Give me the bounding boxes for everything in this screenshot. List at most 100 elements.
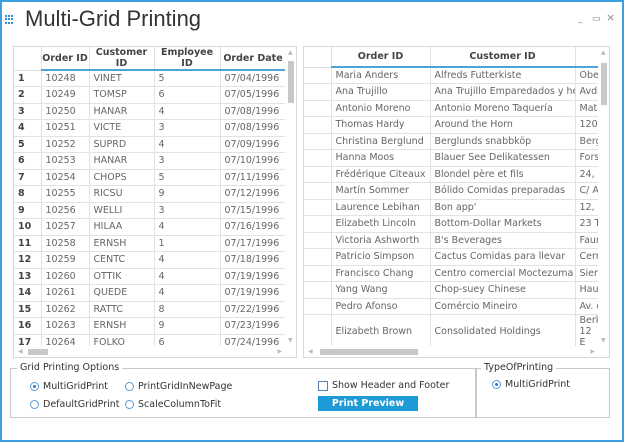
row-number[interactable]: 12 xyxy=(14,251,42,269)
cell[interactable]: 3 xyxy=(154,152,221,170)
row-header[interactable] xyxy=(304,133,332,150)
cell[interactable]: 12, r xyxy=(575,199,600,216)
row-number[interactable]: 5 xyxy=(14,136,42,153)
cell[interactable]: Laurence Lebihan xyxy=(331,199,431,216)
cell[interactable]: Mata xyxy=(575,100,600,117)
table-row[interactable]: Patricio Simpson Cactus Comidas para llev… xyxy=(304,248,600,266)
cell[interactable]: 07/19/1996 xyxy=(220,268,287,285)
row-number[interactable]: 14 xyxy=(14,284,42,302)
vertical-scrollbar[interactable]: ▲ ▼ xyxy=(285,47,296,346)
row-number[interactable]: 11 xyxy=(14,235,42,252)
cell[interactable]: 10253 xyxy=(41,152,90,170)
cell[interactable]: TOMSP xyxy=(89,86,155,104)
cell[interactable]: Ober xyxy=(575,67,600,84)
cell[interactable]: Patricio Simpson xyxy=(331,248,431,266)
horizontal-scrollbar[interactable]: ◀ ▶ xyxy=(304,346,609,357)
table-row[interactable]: 15 10262 RATTC 8 07/22/1996 xyxy=(14,301,287,318)
cell[interactable]: Av. d xyxy=(575,298,600,315)
cell[interactable]: HANAR xyxy=(89,152,155,170)
cell[interactable]: OTTIK xyxy=(89,268,155,285)
row-number[interactable]: 6 xyxy=(14,152,42,170)
cell[interactable]: 10252 xyxy=(41,136,90,153)
cell[interactable]: WELLI xyxy=(89,202,155,219)
row-number[interactable]: 2 xyxy=(14,86,42,104)
table-row[interactable]: 9 10256 WELLI 3 07/15/1996 xyxy=(14,202,287,219)
cell[interactable]: 07/09/1996 xyxy=(220,136,287,153)
radio-defaultgridprint[interactable]: DefaultGridPrint xyxy=(30,399,120,410)
row-header[interactable] xyxy=(304,232,332,249)
cell[interactable]: 9 xyxy=(154,185,221,203)
show-header-footer-checkbox[interactable]: Show Header and Footer xyxy=(318,380,449,391)
row-number[interactable]: 1 xyxy=(14,70,42,87)
row-header[interactable] xyxy=(304,100,332,117)
cell[interactable]: 07/04/1996 xyxy=(220,70,287,87)
row-number[interactable]: 8 xyxy=(14,185,42,203)
cell[interactable]: 4 xyxy=(154,284,221,302)
cell[interactable]: 10251 xyxy=(41,119,90,137)
cell[interactable]: 4 xyxy=(154,268,221,285)
row-number[interactable]: 16 xyxy=(14,317,42,335)
col-customer-id[interactable]: Customer ID xyxy=(89,47,155,71)
cell[interactable]: SUPRD xyxy=(89,136,155,153)
cell[interactable]: Consolidated Holdings xyxy=(430,314,576,349)
cell[interactable]: Bon app' xyxy=(430,199,576,216)
cell[interactable]: Antonio Moreno Taquería xyxy=(430,100,576,117)
cell[interactable]: 10260 xyxy=(41,268,90,285)
cell[interactable]: 4 xyxy=(154,251,221,269)
cell[interactable]: 10248 xyxy=(41,70,90,87)
table-row[interactable]: Thomas HardyAround the Horn120 I xyxy=(304,116,600,134)
radio-multigridprint[interactable]: MultiGridPrint xyxy=(30,381,108,392)
cell[interactable]: CHOPS xyxy=(89,169,155,186)
cell[interactable]: HILAA xyxy=(89,218,155,236)
cell[interactable]: 4 xyxy=(154,136,221,153)
radio-scalecolumntofit[interactable]: ScaleColumnToFit xyxy=(125,399,221,410)
col-employee-id[interactable]: Employee ID xyxy=(154,47,221,71)
table-row[interactable]: 1 10248 VINET 5 07/04/1996 xyxy=(14,70,287,87)
table-row[interactable]: 11 10258 ERNSH 1 07/17/1996 xyxy=(14,235,287,252)
cell[interactable]: Berglunds snabbköp xyxy=(430,133,576,150)
col-address[interactable] xyxy=(575,47,600,68)
cell[interactable]: 07/19/1996 xyxy=(220,284,287,302)
row-header[interactable] xyxy=(304,83,332,101)
table-row[interactable]: 8 10255 RICSU 9 07/12/1996 xyxy=(14,185,287,203)
close-icon[interactable]: × xyxy=(606,11,615,24)
cell[interactable]: Berk 12 E xyxy=(575,314,600,349)
cell[interactable]: Yang Wang xyxy=(331,281,431,299)
cell[interactable]: B's Beverages xyxy=(430,232,576,249)
cell[interactable]: 07/23/1996 xyxy=(220,317,287,335)
cell[interactable]: 10258 xyxy=(41,235,90,252)
cell[interactable]: 10259 xyxy=(41,251,90,269)
cell[interactable]: Hanna Moos xyxy=(331,149,431,167)
table-row[interactable]: Martín Sommer Bólido Comidas preparadas C/… xyxy=(304,182,600,200)
cell[interactable]: 10263 xyxy=(41,317,90,335)
table-row[interactable]: 6 10253 HANAR 3 07/10/1996 xyxy=(14,152,287,170)
cell[interactable]: Blondel père et fils xyxy=(430,166,576,183)
cell[interactable]: Ana Trujillo xyxy=(331,83,431,101)
row-number[interactable]: 3 xyxy=(14,103,42,120)
row-header[interactable] xyxy=(304,67,332,84)
cell[interactable]: Forst xyxy=(575,149,600,167)
row-number[interactable]: 7 xyxy=(14,169,42,186)
cell[interactable]: Blauer See Delikatessen xyxy=(430,149,576,167)
customers-grid[interactable]: Order ID Customer ID Maria Anders Alfreds… xyxy=(303,46,610,358)
col-customer-id[interactable]: Customer ID xyxy=(430,47,576,68)
cell[interactable]: 07/10/1996 xyxy=(220,152,287,170)
cell[interactable]: 5 xyxy=(154,169,221,186)
cell[interactable]: Frédérique Citeaux xyxy=(331,166,431,183)
cell[interactable]: Around the Horn xyxy=(430,116,576,134)
table-row[interactable]: 7 10254 CHOPS 5 07/11/1996 xyxy=(14,169,287,186)
cell[interactable]: Haup xyxy=(575,281,600,299)
cell[interactable]: Elizabeth Brown xyxy=(331,314,431,349)
cell[interactable]: 8 xyxy=(154,301,221,318)
cell[interactable]: 07/11/1996 xyxy=(220,169,287,186)
cell[interactable]: Antonio Moreno xyxy=(331,100,431,117)
cell[interactable]: Centro comercial Moctezuma xyxy=(430,265,576,282)
cell[interactable]: Chop-suey Chinese xyxy=(430,281,576,299)
cell[interactable]: 23 Ts xyxy=(575,215,600,233)
row-header[interactable] xyxy=(304,166,332,183)
radio-printgridinnewpage[interactable]: PrintGridInNewPage xyxy=(125,381,232,392)
cell[interactable]: 10250 xyxy=(41,103,90,120)
table-row[interactable]: 5 10252 SUPRD 4 07/09/1996 xyxy=(14,136,287,153)
table-row[interactable]: Pedro AfonsoComércio MineiroAv. d xyxy=(304,298,600,315)
cell[interactable]: Cactus Comidas para llevar xyxy=(430,248,576,266)
